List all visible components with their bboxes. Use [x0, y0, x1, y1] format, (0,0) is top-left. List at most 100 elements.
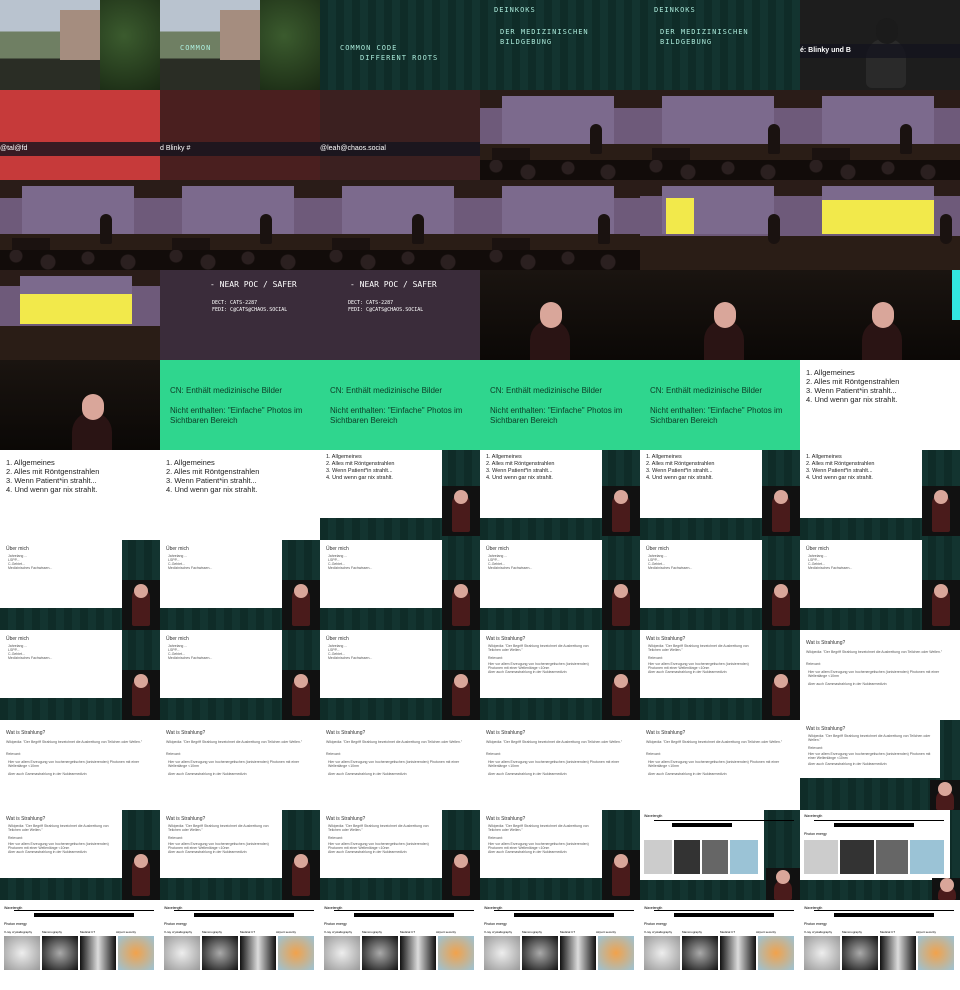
cn-line: Nicht enthalten: "Einfache" Photos im Si… — [170, 406, 303, 425]
speaker-thumb[interactable] — [800, 270, 960, 360]
spectrum-slide-thumb[interactable]: Wavelength Photon energy X-ray crystallo… — [0, 900, 160, 990]
strahlung-slide-thumb[interactable]: Wat is Strahlung? Wikipedia: "Der Begriff… — [640, 630, 800, 720]
slide-bullet: Hier vor allem Erzeugung von hochenerget… — [488, 760, 620, 768]
spectrum-slide-thumb[interactable]: Wavelength Photon energy X-ray crystallo… — [640, 900, 800, 990]
spectrum-cam-thumb[interactable]: Wavelength — [640, 810, 800, 900]
strahlung-slide-thumb[interactable]: Wat is Strahlung? Wikipedia: "Der Begriff… — [160, 810, 320, 900]
strahlung-slide-thumb[interactable]: Wat is Strahlung? Wikipedia: "Der Begriff… — [480, 720, 640, 812]
slide-bullet: Medizinisches Fachwissen... — [168, 566, 213, 570]
strahlung-slide-thumb[interactable]: Wat is Strahlung? Wikipedia: "Der Begriff… — [800, 630, 960, 720]
about-slide-thumb[interactable]: Über mich Jahrelang ... LSPP... C-Gebiet...… — [800, 540, 960, 630]
speaker-thumb[interactable] — [480, 270, 640, 360]
slide-title: Wat is Strahlung? — [646, 636, 686, 642]
agenda-slide-thumb[interactable]: 1. Allgemeines 2. Alles mit Röntgenstrah… — [800, 360, 960, 450]
slide-text: Wikipedia: "Der Begriff Strahlung bezeic… — [806, 650, 943, 654]
cn-slide-thumb[interactable]: CN: Enthält medizinische Bilder Nicht en… — [480, 360, 640, 450]
slide-title: Wat is Strahlung? — [806, 640, 846, 646]
cn-slide-thumb[interactable]: CN: Enthält medizinische Bilder Nicht en… — [640, 360, 800, 450]
slide-bullet: Medizinisches Fachwissen... — [488, 566, 533, 570]
slide-bullet: Aber auch Gammastrahlung in der Nuklearm… — [328, 772, 407, 776]
about-slide-thumb[interactable]: Über mich Jahrelang ... LSPP... C-Gebiet...… — [480, 540, 640, 630]
strahlung-slide-thumb[interactable]: Wat is Strahlung? Wikipedia: "Der Begriff… — [320, 810, 480, 900]
slide-text: Relevant: — [808, 746, 823, 750]
spectrum-slide-thumb[interactable]: Wavelength Photon energy X-ray crystallo… — [800, 900, 960, 990]
strahlung-slide-thumb[interactable]: Wat is Strahlung? Wikipedia: "Der Begriff… — [160, 720, 320, 812]
cn-slide-thumb[interactable]: CN: Enthält medizinische Bilder Nicht en… — [320, 360, 480, 450]
slide-text: Wikipedia: "Der Begriff Strahlung bezeic… — [166, 740, 303, 744]
stage-thumb[interactable] — [320, 180, 480, 270]
slide-title: Wat is Strahlung? — [166, 816, 206, 822]
caption-overlay: d Blinky # — [160, 142, 320, 156]
about-slide-thumb[interactable]: Über mich Jahrelang ... LSPP... C-Gebiet...… — [320, 540, 480, 630]
speaker-thumb[interactable]: é: Blinky und B — [800, 0, 960, 90]
agenda-cam-thumb[interactable]: 1. Allgemeines 2. Alles mit Röntgenstrah… — [640, 450, 800, 540]
about-slide-thumb[interactable]: Über mich Jahrelang ... LSPP... C-Gebiet...… — [640, 540, 800, 630]
matrix-title-thumb[interactable]: COMMON CODE DIFFERENT ROOTS — [320, 0, 480, 90]
speaker-thumb[interactable]: @leah@chaos.social — [320, 90, 480, 180]
stage-chart-thumb[interactable] — [800, 180, 960, 270]
cn-slide-thumb[interactable]: CN: Enthält medizinische Bilder Nicht en… — [160, 360, 320, 450]
stage-thumb[interactable] — [480, 180, 640, 270]
slide-title: Über mich — [486, 546, 509, 552]
agenda-slide-thumb[interactable]: 1. Allgemeines 2. Alles mit Röntgenstrah… — [160, 450, 320, 540]
stage-thumb[interactable] — [800, 90, 960, 180]
stage-chart-thumb[interactable] — [640, 180, 800, 270]
slide-text: FEDI: C@CATS@CHAOS.SOCIAL — [348, 307, 424, 313]
spectrum-cam-thumb[interactable]: Wavelength Photon energy — [800, 810, 960, 900]
agenda-slide-thumb[interactable]: 1. Allgemeines 2. Alles mit Röntgenstrah… — [0, 450, 160, 540]
matrix-title-thumb[interactable]: DEINKOKS DER MEDIZINISCHEN BILDGEBUNG — [640, 0, 800, 90]
agenda-item: 3. Wenn Patient*in strahlt... — [646, 468, 713, 474]
agenda-cam-thumb[interactable]: 1. Allgemeines 2. Alles mit Röntgenstrah… — [480, 450, 640, 540]
slide-bullet: Medizinisches Fachwissen... — [8, 656, 53, 660]
spectrum-slide-thumb[interactable]: Wavelength Photon energy X-ray crystallo… — [160, 900, 320, 990]
agenda-item: 3. Wenn Patient*in strahlt... — [166, 476, 257, 485]
agenda-cam-thumb[interactable]: 1. Allgemeines 2. Alles mit Röntgenstrah… — [800, 450, 960, 540]
slide-bullet: Aber auch Gammastrahlung in der Nuklearm… — [488, 772, 567, 776]
agenda-item: 3. Wenn Patient*in strahlt... — [806, 386, 897, 395]
spectrum-label: Photon energy — [4, 922, 27, 926]
about-slide-thumb[interactable]: Über mich Jahrelang ... LSPP... C-Gebiet...… — [160, 630, 320, 720]
strahlung-slide-thumb[interactable]: Wat is Strahlung? Wikipedia: "Der Begriff… — [0, 810, 160, 900]
spectrum-label: Photon energy — [804, 922, 827, 926]
about-slide-thumb[interactable]: Über mich Jahrelang ... LSPP... C-Gebiet...… — [320, 630, 480, 720]
stage-thumb[interactable] — [160, 180, 320, 270]
castle-photo-thumb[interactable] — [0, 0, 160, 90]
spectrum-slide-thumb[interactable]: Wavelength Photon energy X-ray crystallo… — [480, 900, 640, 990]
matrix-title-thumb[interactable]: DEINKOKS DER MEDIZINISCHEN BILDGEBUNG — [480, 0, 640, 90]
strahlung-slide-thumb[interactable]: Wat is Strahlung? Wikipedia: "Der Begriff… — [320, 720, 480, 812]
about-slide-thumb[interactable]: Über mich Jahrelang ... LSPP... C-Gebiet...… — [0, 630, 160, 720]
slide-bullet: Aber auch Gammastrahlung in der Nuklearm… — [168, 772, 247, 776]
stage-thumb[interactable] — [480, 90, 640, 180]
matrix-text: DER MEDIZINISCHEN — [500, 28, 589, 36]
slide-title: Wat is Strahlung? — [486, 636, 526, 642]
spectrum-slide-thumb[interactable]: Wavelength Photon energy X-ray crystallo… — [320, 900, 480, 990]
spectrum-label: Medical CT — [880, 930, 896, 934]
spectrum-label: Medical CT — [80, 930, 96, 934]
speaker-thumb[interactable] — [0, 360, 160, 450]
strahlung-slide-thumb[interactable]: Wat is Strahlung? Wikipedia: "Der Begriff… — [480, 810, 640, 900]
spectrum-label: X-ray crystallography — [804, 930, 833, 934]
stage-thumb[interactable] — [640, 90, 800, 180]
about-slide-thumb[interactable]: Über mich Jahrelang ... LSPP... C-Gebiet...… — [160, 540, 320, 630]
stage-text-thumb[interactable]: - NEAR POC / SAFER DECT: CATS-2287 FEDI:… — [160, 270, 320, 360]
stage-chart-thumb[interactable] — [0, 270, 160, 360]
slide-title: Wat is Strahlung? — [6, 816, 46, 822]
strahlung-slide-thumb[interactable]: Wat is Strahlung? Wikipedia: "Der Begriff… — [480, 630, 640, 720]
speaker-thumb[interactable]: @tal@fd — [0, 90, 160, 180]
spectrum-label: Mammography — [202, 930, 223, 934]
spectrum-label: Mammography — [362, 930, 383, 934]
about-slide-thumb[interactable]: Über mich Jahrelang ... LSPP... C-Gebiet...… — [0, 540, 160, 630]
slide-text: Relevant: — [168, 836, 183, 840]
stage-thumb[interactable] — [0, 180, 160, 270]
strahlung-slide-thumb[interactable]: Wat is Strahlung? Wikipedia: "Der Begriff… — [640, 720, 800, 812]
strahlung-slide-thumb[interactable]: Wat is Strahlung? Wikipedia: "Der Begriff… — [800, 720, 960, 810]
slide-text: Relevant: — [328, 836, 343, 840]
agenda-cam-thumb[interactable]: 1. Allgemeines 2. Alles mit Röntgenstrah… — [320, 450, 480, 540]
stage-text-thumb[interactable]: - NEAR POC / SAFER DECT: CATS-2287 FEDI:… — [320, 270, 480, 360]
speaker-thumb[interactable] — [640, 270, 800, 360]
strahlung-slide-thumb[interactable]: Wat is Strahlung? Wikipedia: "Der Begriff… — [0, 720, 160, 812]
speaker-thumb[interactable]: d Blinky # — [160, 90, 320, 180]
cn-line: Nicht enthalten: "Einfache" Photos im Si… — [490, 406, 623, 425]
castle-title-thumb[interactable]: COMMON — [160, 0, 320, 90]
spectrum-label: Airport security — [116, 930, 137, 934]
